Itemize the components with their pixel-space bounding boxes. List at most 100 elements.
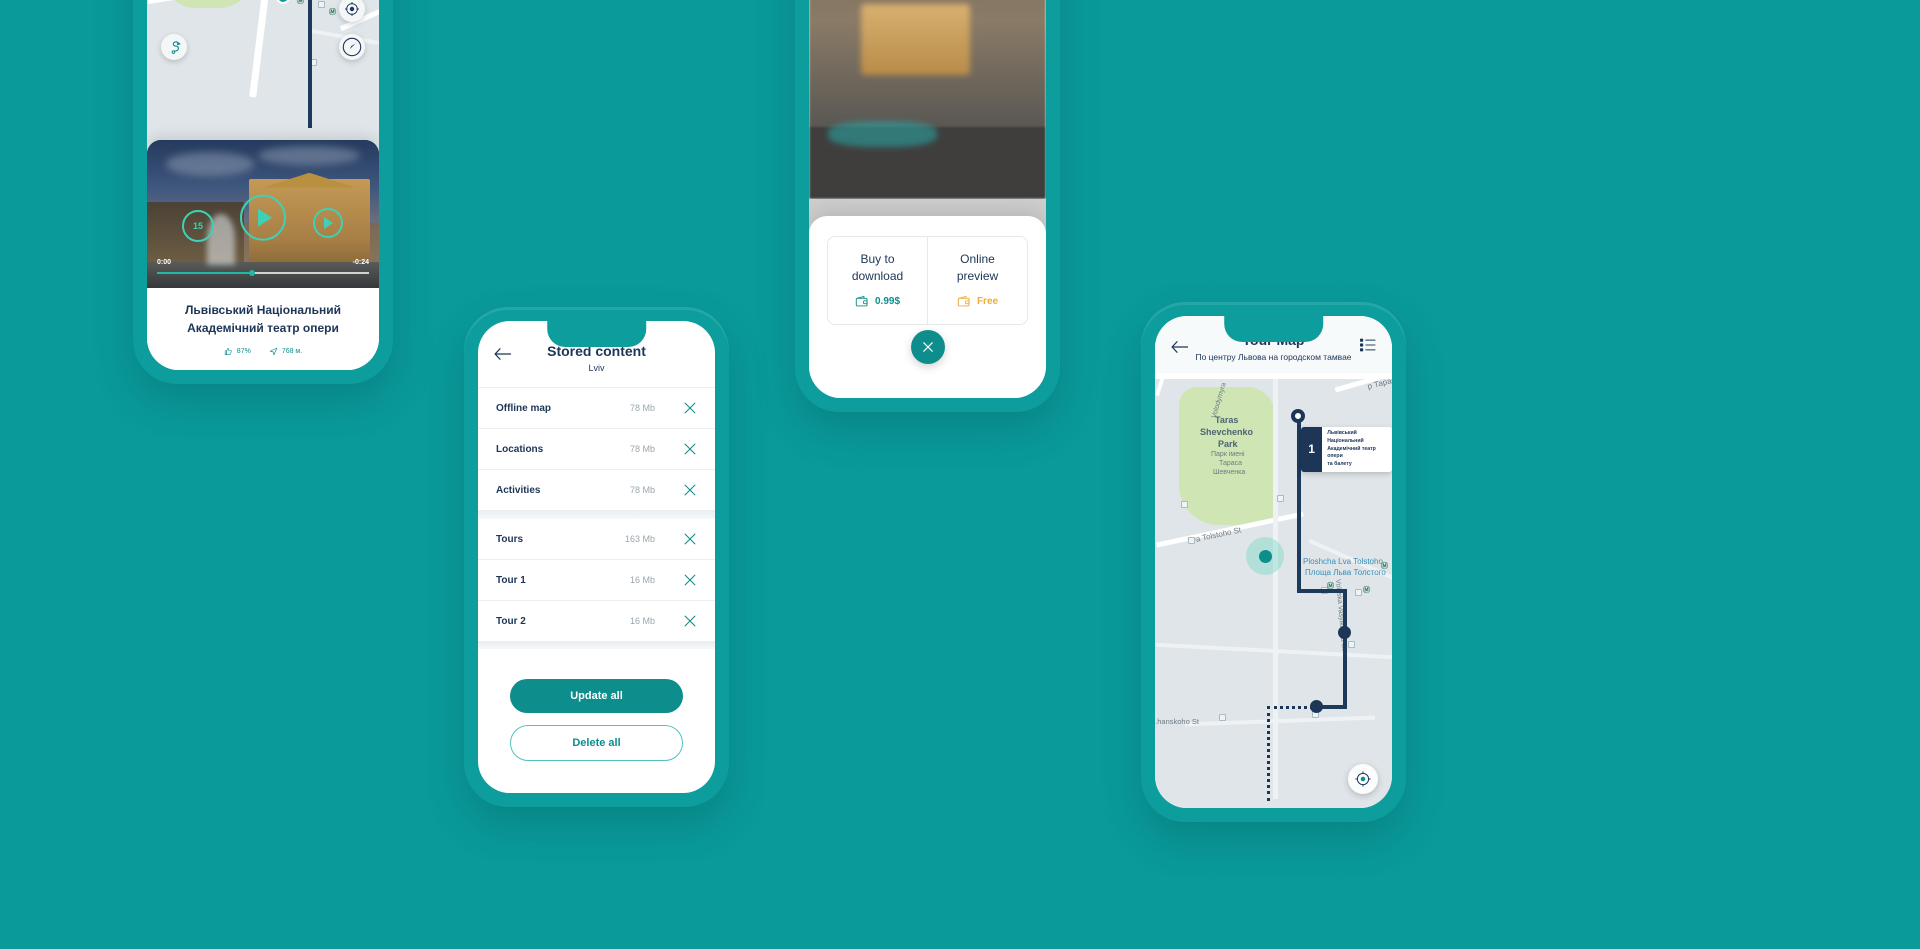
phone-purchase-options: По центру Львова на городском тамвае Buy… [795,0,1060,412]
route-start-node[interactable] [1291,409,1305,423]
video-card-title: Львівський Національний Академічний теат… [157,302,369,337]
delete-row-button[interactable] [683,442,697,456]
compass-button[interactable] [339,34,365,60]
phone4-screen: Tour Map По центру Львова на городском т… [1155,316,1392,808]
video-card-meta: Львівський Національний Академічний теат… [147,288,379,370]
map-road [1184,715,1376,727]
route-button[interactable] [161,34,187,60]
rewind-15-button[interactable]: 15 [182,210,215,243]
park-name-local-line3: Шевченка [1213,469,1246,476]
close-x-icon [684,443,696,455]
park-name-line3: Park [1218,439,1238,449]
table-row[interactable]: Tour 1 16 Mb [478,560,715,601]
online-preview-option[interactable]: Online preview Free [927,237,1027,324]
map-poi-marker [1277,495,1284,502]
delete-row-button[interactable] [683,614,697,628]
phone3-screen: По центру Львова на городском тамвае Buy… [809,0,1046,398]
tour-list-button[interactable] [1360,338,1376,352]
route-stop-node[interactable] [1310,700,1323,713]
tour-map-canvas[interactable]: Taras Shevchenko Park Парк імені Тараса … [1155,379,1392,808]
audio-video-card: 15 0:00 -0:24 Львівський Національний Ак… [147,140,379,370]
buy-option-title: Buy to download [834,251,921,286]
wallet-icon [855,295,868,307]
map-poi-marker [1348,641,1355,648]
preview-option-price-row: Free [934,295,1021,308]
close-sheet-button[interactable] [910,330,945,364]
back-button[interactable] [494,347,512,361]
row-label: Activities [496,484,541,496]
audio-point-marker[interactable]: ◀ [276,0,290,4]
row-size: 78 Mb [629,485,655,495]
gps-button[interactable] [1348,764,1378,794]
route-segment [1343,589,1347,709]
delete-row-button[interactable] [683,532,697,546]
table-row[interactable]: Tours 163 Mb [478,519,715,560]
video-progress-handle[interactable] [249,270,256,277]
wallet-icon [957,295,970,307]
thumbs-up-icon [224,348,232,355]
park-name-local-line2: Тараса [1219,460,1243,467]
table-row[interactable]: Tour 2 16 Mb [478,601,715,641]
park-name-line2: Shevchenko [1200,427,1254,437]
delete-all-button[interactable]: Delete all [510,725,683,761]
poi-number: 1 [1301,427,1323,472]
phone2-screen: Stored content Lviv Offline map 78 Mb Lo… [478,321,715,793]
row-label: Tour 1 [496,574,526,586]
street-tarasa: р Тараса Ш [1366,379,1392,392]
hero-tram [861,3,971,76]
page-subtitle: Lviv [588,363,605,373]
poi-title: Львівський Національний Академічний теат… [1322,427,1392,472]
rating-stat: 87% [224,347,251,356]
table-row[interactable]: Offline map 78 Mb [478,388,715,429]
video-progress-bar[interactable] [157,270,369,277]
arrow-left-icon [1171,341,1189,353]
update-all-button[interactable]: Update all [510,679,683,713]
video-plaza [147,261,379,289]
video-current-time: 0:00 [157,259,172,267]
delete-row-button[interactable] [683,483,697,497]
route-stop-node[interactable] [1338,626,1351,639]
map-poi-marker [318,1,325,8]
group-separator [478,510,715,519]
preview-option-title-line1: Online [960,252,995,266]
video-thumbnail[interactable]: 15 0:00 -0:24 [147,140,379,289]
video-progress-fill [157,272,253,275]
buy-to-download-option[interactable]: Buy to download 0.99$ [828,237,927,324]
row-label: Offline map [496,402,552,414]
forward-15-button[interactable] [312,208,343,239]
close-x-icon [684,484,696,496]
row-size: 163 Mb [624,534,655,544]
map-road [249,0,288,98]
map-park-area [157,0,267,8]
delete-row-button[interactable] [683,573,697,587]
map-poi-callout[interactable]: 1 Львівський Національний Академічний те… [1301,427,1392,472]
street-hanskoho: ...hanskoho St [1155,717,1199,726]
rewind-seconds-label: 15 [193,221,204,232]
phone-tour-map: Tour Map По центру Львова на городском т… [1141,302,1406,822]
locate-icon [345,2,359,16]
table-row[interactable]: Locations 78 Mb [478,429,715,470]
poi-title-line2: Академічний театр опери [1327,445,1376,460]
delete-row-button[interactable] [683,401,697,415]
video-card-stats: 87% 768 м. [157,347,369,356]
stored-group-general: Offline map 78 Mb Locations 78 Mb Activi… [478,387,715,510]
stored-group-tours: Tours 163 Mb Tour 1 16 Mb Tour 2 16 Mb [478,519,715,641]
table-row[interactable]: Activities 78 Mb [478,470,715,510]
hero-overlay-graphic [827,120,937,147]
close-x-icon [684,574,696,586]
poi-title-line3: та балету [1327,461,1352,468]
route-icon [171,40,181,54]
video-card-title-line2: Академічний театр опери [187,320,339,335]
phone-stored-content: Stored content Lviv Offline map 78 Mb Lo… [464,307,729,807]
row-label: Locations [496,443,544,455]
route-line-navy [308,0,312,128]
map-poi-marker [1219,714,1226,721]
poi-title-line1: Львівський Національний [1327,430,1364,444]
buy-option-price-row: 0.99$ [834,295,921,308]
phone1-screen: Тараса Шевченка Lva Tolstoho St Площа Ль… [147,0,379,370]
list-icon [1360,338,1376,352]
play-button[interactable] [240,194,286,241]
page-subtitle: По центру Львова на городском тамвае [1195,352,1352,362]
preview-option-title-line2: preview [956,269,999,284]
back-button[interactable] [1171,340,1189,354]
